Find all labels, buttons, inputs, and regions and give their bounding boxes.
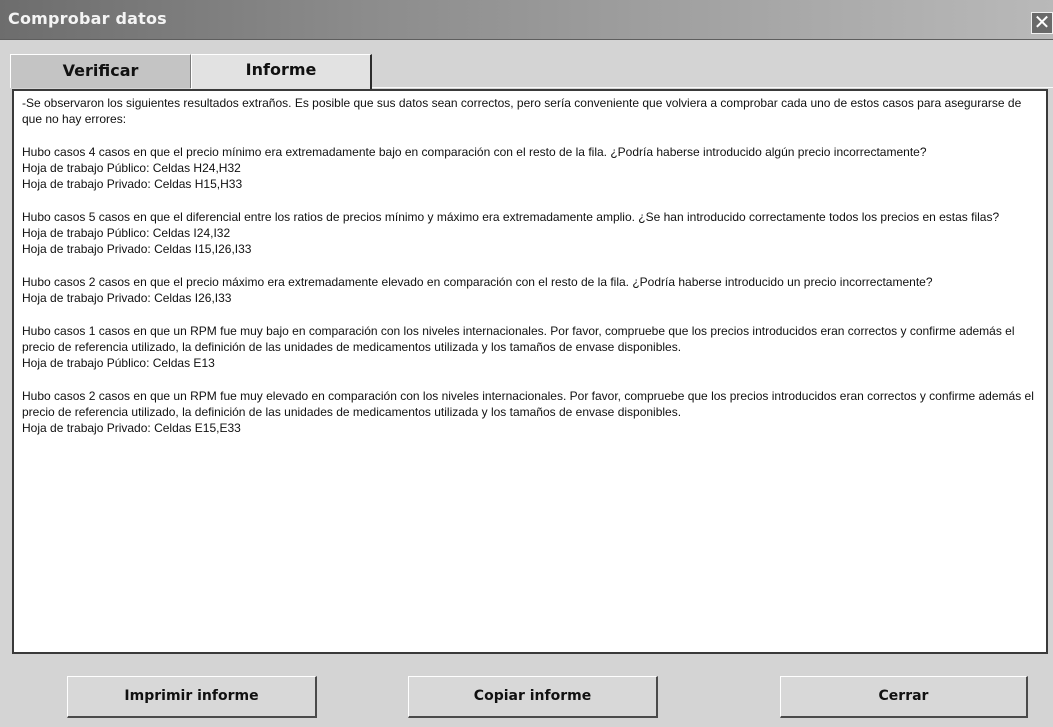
section-cells: Hoja de trabajo Público: Celdas H24,H32 [22, 161, 241, 175]
section-cells: Hoja de trabajo Privado: Celdas I26,I33 [22, 291, 232, 305]
section-message: Hubo casos 4 casos en que el precio míni… [22, 145, 927, 159]
print-report-button[interactable]: Imprimir informe [67, 676, 317, 718]
check-data-dialog: Comprobar datos ✕ Verificar Informe -Se … [0, 0, 1053, 727]
report-section: Hubo casos 2 casos en que un RPM fue muy… [22, 388, 1040, 436]
section-cells: Hoja de trabajo Público: Celdas E13 [22, 356, 215, 370]
report-text-area[interactable]: -Se observaron los siguientes resultados… [12, 89, 1048, 654]
close-button[interactable]: Cerrar [780, 676, 1028, 718]
section-cells: Hoja de trabajo Privado: Celdas H15,H33 [22, 177, 243, 191]
section-cells: Hoja de trabajo Privado: Celdas E15,E33 [22, 421, 241, 435]
report-section: Hubo casos 1 casos en que un RPM fue muy… [22, 323, 1040, 371]
section-cells: Hoja de trabajo Privado: Celdas I15,I26,… [22, 242, 252, 256]
section-message: Hubo casos 2 casos en que un RPM fue muy… [22, 389, 1034, 419]
close-icon[interactable]: ✕ [1031, 12, 1053, 34]
tab-divider [372, 87, 1053, 88]
section-cells: Hoja de trabajo Público: Celdas I24,I32 [22, 226, 231, 240]
report-section: Hubo casos 2 casos en que el precio máxi… [22, 274, 1040, 306]
section-message: Hubo casos 2 casos en que el precio máxi… [22, 275, 933, 289]
tab-verificar[interactable]: Verificar [10, 54, 191, 88]
report-intro: -Se observaron los siguientes resultados… [22, 96, 1022, 126]
report-section: Hubo casos 5 casos en que el diferencial… [22, 209, 1040, 257]
dialog-title: Comprobar datos [8, 9, 167, 28]
title-bar[interactable]: Comprobar datos ✕ [0, 0, 1053, 40]
copy-report-button[interactable]: Copiar informe [408, 676, 658, 718]
report-content: -Se observaron los siguientes resultados… [22, 95, 1040, 453]
section-message: Hubo casos 5 casos en que el diferencial… [22, 210, 1000, 224]
section-message: Hubo casos 1 casos en que un RPM fue muy… [22, 324, 1015, 354]
report-section: Hubo casos 4 casos en que el precio míni… [22, 144, 1040, 192]
tab-informe[interactable]: Informe [191, 54, 372, 90]
tab-strip: Verificar Informe [0, 54, 1053, 90]
